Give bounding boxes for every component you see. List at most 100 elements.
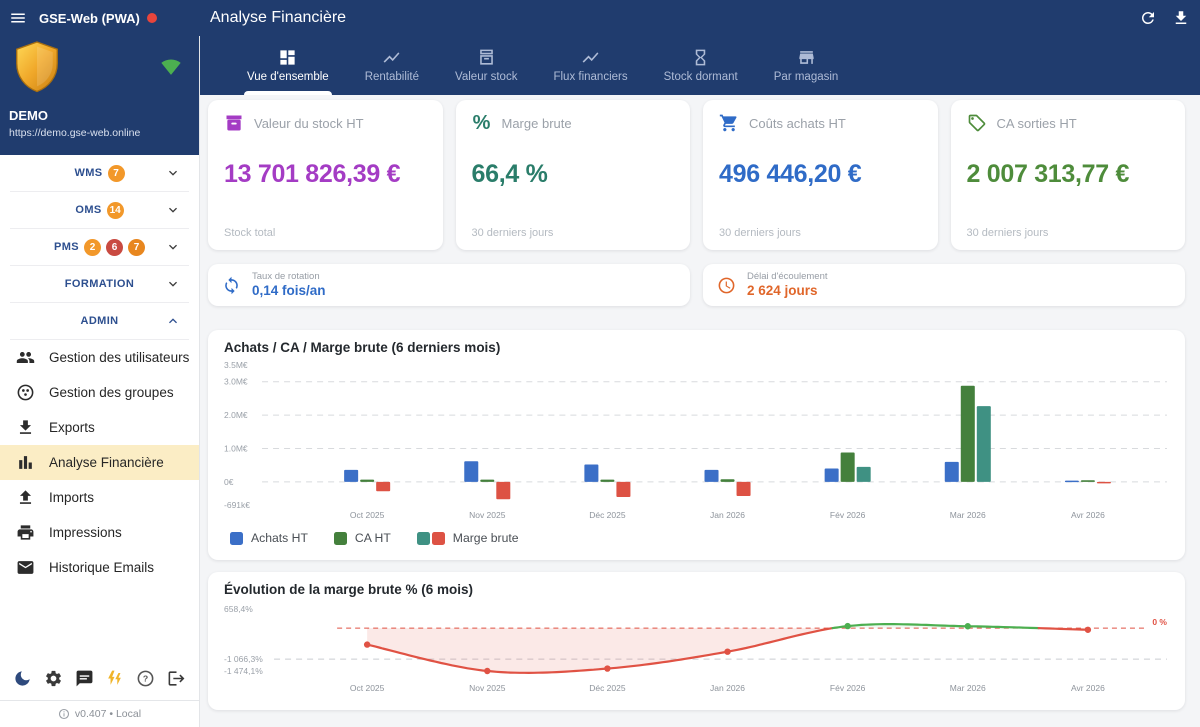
info-icon (58, 708, 70, 720)
legend-swatch-negative (432, 532, 445, 545)
bar-chart-legend: Achats HT CA HT Marge brute (230, 531, 1171, 545)
bar-achats-ht (825, 469, 839, 482)
mini-card-value: 2 624 jours (747, 282, 828, 300)
x-axis-label: Mar 2026 (950, 510, 986, 520)
kpi-card-couts-achats-ht: Coûts achats HT496 446,20 €30 derniers j… (703, 100, 938, 250)
sidebar-footer-icons: ? (0, 669, 199, 688)
moon-icon[interactable] (13, 669, 32, 688)
top-header: GSE-Web (PWA) Analyse Financière (0, 0, 1200, 36)
legend-item-achats-ht: Achats HT (230, 531, 308, 545)
tab-flux-financiers[interactable]: Flux financiers (550, 36, 630, 95)
main-content: Valeur du stock HT13 701 826,39 €Stock t… (200, 95, 1200, 727)
sidebar-section-formation[interactable]: FORMATION (0, 266, 199, 302)
chevron-down-icon[interactable] (165, 202, 181, 218)
kpi-card-valeur-du-stock-ht: Valeur du stock HT13 701 826,39 €Stock t… (208, 100, 443, 250)
sidebar: DEMO https://demo.gse-web.online WMS7OMS… (0, 36, 200, 727)
mini-card-text: Délai d'écoulement2 624 jours (747, 271, 828, 300)
bar-achats-ht (464, 461, 478, 482)
sidebar-section-admin[interactable]: ADMIN (0, 303, 199, 339)
kpi-row: Valeur du stock HT13 701 826,39 €Stock t… (208, 100, 1185, 250)
sidebar-section-oms[interactable]: OMS14 (0, 192, 199, 228)
y-axis-label: 3.5M€ (224, 360, 248, 370)
tab-par-magasin[interactable]: Par magasin (771, 36, 842, 95)
tab-label: Par magasin (774, 71, 839, 83)
area-fill (367, 628, 832, 673)
zero-line-label: 0 % (1152, 617, 1167, 627)
download-icon[interactable] (1172, 9, 1190, 27)
legend-item-marge-brute: Marge brute (417, 531, 519, 545)
help-icon[interactable]: ? (136, 669, 155, 688)
hourglass-icon (691, 48, 710, 67)
bar-marge-brute (376, 482, 390, 491)
kpi-label: Valeur du stock HT (254, 116, 364, 131)
bar-chart: 3.5M€3.0M€2.0M€1.0M€0€-691k€Oct 2025Nov … (222, 357, 1171, 525)
logout-icon[interactable] (167, 669, 186, 688)
legend-label: Marge brute (453, 531, 519, 545)
bar-marge-brute (977, 406, 991, 482)
tab-valeur-stock[interactable]: Valeur stock (452, 36, 520, 95)
trending-up-icon (382, 48, 401, 67)
tab-label: Rentabilité (365, 71, 419, 83)
x-axis-label: Nov 2025 (469, 683, 506, 693)
bar-ca-ht (360, 480, 374, 482)
tab-stock-dormant[interactable]: Stock dormant (661, 36, 741, 95)
wifi-icon (161, 57, 181, 77)
bar-marge-brute (857, 467, 871, 482)
kpi-subtitle: Stock total (224, 227, 275, 239)
kpi-card-header: CA sorties HT (967, 113, 1170, 133)
data-point (724, 648, 730, 654)
bolt-icon[interactable] (105, 669, 124, 688)
shield-logo (10, 39, 64, 99)
settings-icon[interactable] (44, 669, 63, 688)
kpi-card-ca-sorties-ht: CA sorties HT2 007 313,77 €30 derniers j… (951, 100, 1186, 250)
bar-ca-ht (961, 386, 975, 482)
x-axis-label: Oct 2025 (350, 510, 385, 520)
section-label: PMS (54, 241, 79, 253)
sidebar-item-analyse-financiere[interactable]: Analyse Financière (0, 445, 199, 480)
sidebar-section-wms[interactable]: WMS7 (0, 155, 199, 191)
mini-card-taux-de-rotation: Taux de rotation0,14 fois/an (208, 264, 690, 306)
data-point (1085, 627, 1091, 633)
mini-card-row: Taux de rotation0,14 fois/an Délai d'écou… (208, 264, 1185, 306)
sync-icon (222, 276, 241, 295)
chevron-down-icon[interactable] (165, 276, 181, 292)
chat-icon[interactable] (75, 669, 94, 688)
sidebar-item-impressions[interactable]: Impressions (0, 515, 199, 550)
kpi-label: Marge brute (502, 116, 572, 131)
bar-marge-brute (737, 482, 751, 496)
sidebar-item-label: Imports (49, 490, 94, 505)
sidebar-item-historique-emails[interactable]: Historique Emails (0, 550, 199, 585)
bar-achats-ht (584, 465, 598, 482)
sidebar-item-gestion-des-groupes[interactable]: Gestion des groupes (0, 375, 199, 410)
dashboard-icon (278, 48, 297, 67)
bar-ca-ht (600, 480, 614, 482)
sidebar-item-exports[interactable]: Exports (0, 410, 199, 445)
refresh-icon[interactable] (1139, 9, 1157, 27)
x-axis-label: Jan 2026 (710, 683, 745, 693)
bar-chart-card: Achats / CA / Marge brute (6 derniers mo… (208, 330, 1185, 560)
y-axis-label: -691k€ (224, 500, 250, 510)
chevron-down-icon[interactable] (165, 239, 181, 255)
notification-badge: 6 (106, 239, 123, 256)
sidebar-header: DEMO https://demo.gse-web.online (0, 36, 199, 155)
sidebar-item-gestion-des-utilisateurs[interactable]: Gestion des utilisateurs (0, 340, 199, 375)
sidebar-item-imports[interactable]: Imports (0, 480, 199, 515)
y-axis-label: 3.0M€ (224, 377, 248, 387)
chevron-down-icon[interactable] (165, 165, 181, 181)
sidebar-item-label: Analyse Financière (49, 455, 164, 470)
notification-badge: 14 (107, 202, 124, 219)
tab-vue-d-ensemble[interactable]: Vue d'ensemble (244, 36, 332, 95)
users-icon (16, 348, 35, 367)
menu-icon[interactable] (9, 9, 27, 27)
x-axis-label: Fév 2026 (830, 683, 866, 693)
data-point (364, 641, 370, 647)
sidebar-spacer (0, 585, 199, 669)
bar-achats-ht (1065, 481, 1079, 483)
chevron-up-icon[interactable] (165, 313, 181, 329)
kpi-value: 496 446,20 € (719, 160, 922, 189)
legend-label: CA HT (355, 531, 391, 545)
tab-rentabilite[interactable]: Rentabilité (362, 36, 422, 95)
sidebar-section-pms[interactable]: PMS267 (0, 229, 199, 265)
y-axis-label: 2.0M€ (224, 410, 248, 420)
sidebar-item-label: Gestion des groupes (49, 385, 174, 400)
